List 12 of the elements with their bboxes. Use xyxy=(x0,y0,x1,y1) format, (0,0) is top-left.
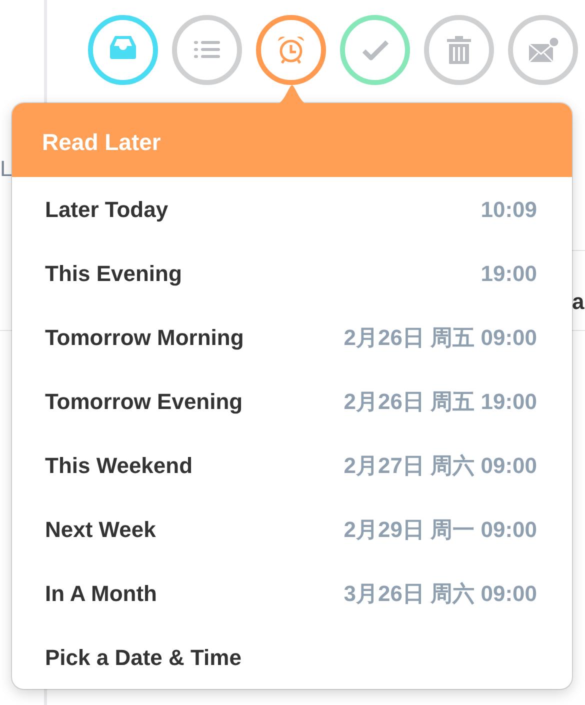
menu-item[interactable]: Pick a Date & Time xyxy=(12,625,572,689)
popover-title: Read Later xyxy=(12,103,572,177)
menu-item[interactable]: This Evening 19:00 xyxy=(12,241,572,305)
menu-item[interactable]: Tomorrow Morning 2月26日 周五 09:00 xyxy=(12,305,572,369)
menu-item[interactable]: Next Week 2月29日 周一 09:00 xyxy=(12,497,572,561)
alarm-clock-icon xyxy=(275,34,307,66)
background-text: a xyxy=(572,288,584,316)
menu-item[interactable]: In A Month 3月26日 周六 09:00 xyxy=(12,561,572,625)
menu-item[interactable]: This Weekend 2月27日 周六 09:00 xyxy=(12,433,572,497)
menu-item[interactable]: Later Today 10:09 xyxy=(12,177,572,241)
menu-item[interactable]: Tomorrow Evening 2月26日 周五 19:00 xyxy=(12,369,572,433)
background-text: L xyxy=(0,155,12,183)
